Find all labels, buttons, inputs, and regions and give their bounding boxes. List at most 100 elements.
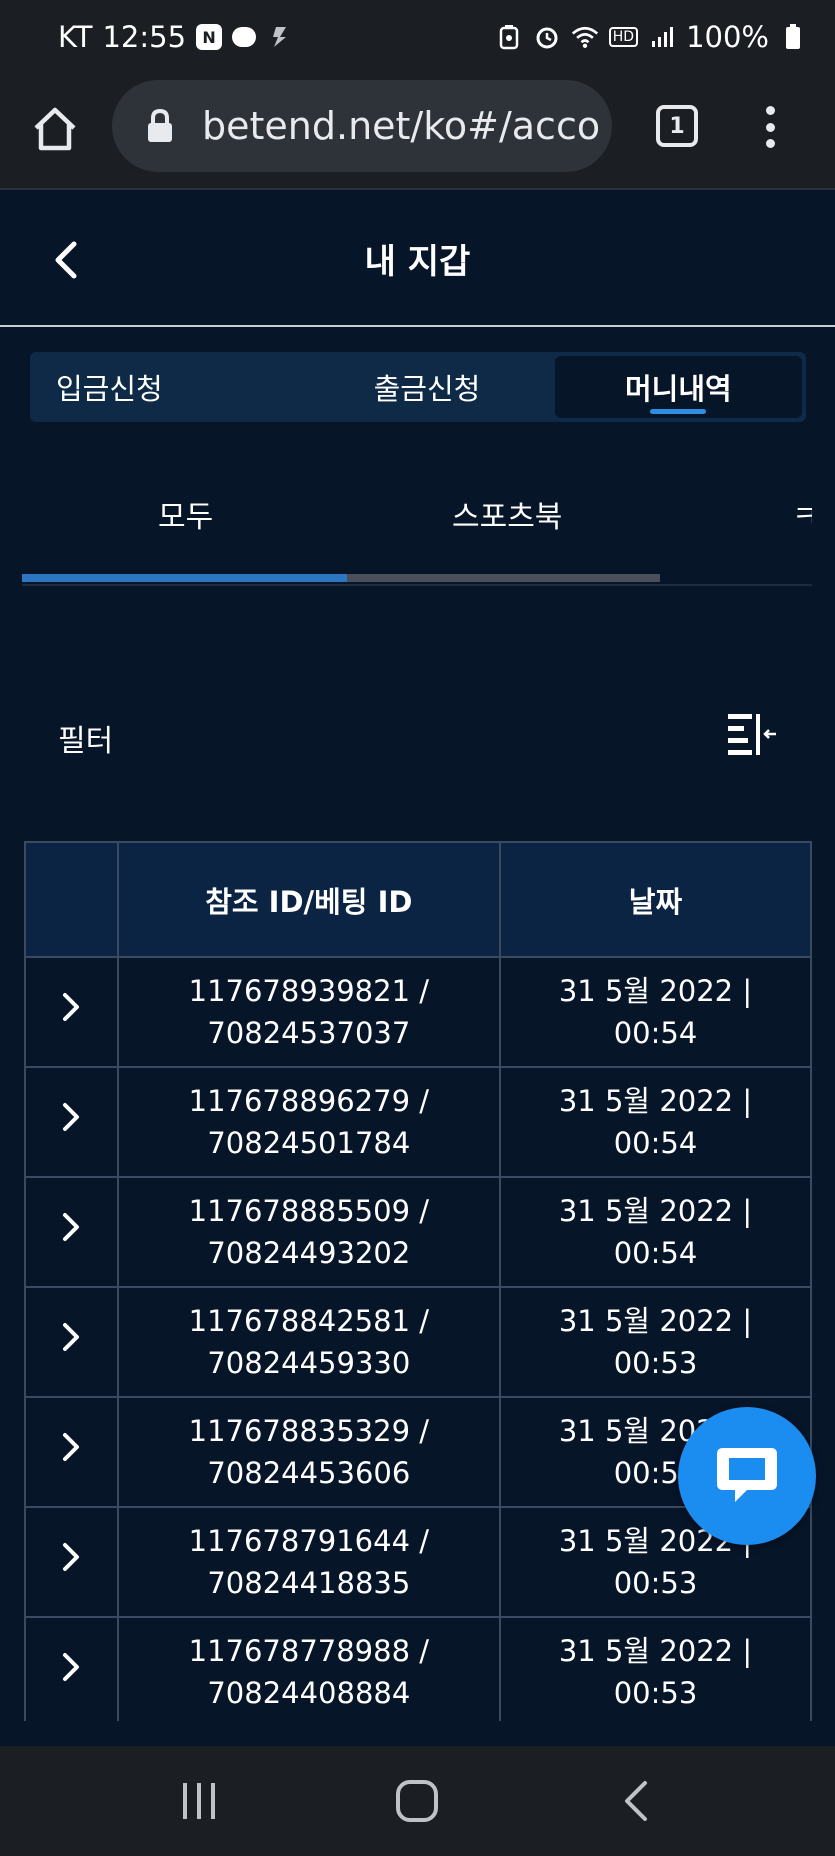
sync-icon [266, 23, 294, 51]
date-text: 31 5월 2022 | [558, 974, 753, 1008]
tab-money-history-label: 머니내역 [624, 372, 732, 406]
home-icon[interactable] [30, 104, 80, 154]
page-title: 내 지갑 [364, 242, 471, 282]
table-row[interactable]: 117678842581 / 70824459330 31 5월 2022 | 00… [24, 1286, 812, 1398]
expand-cell[interactable] [24, 1176, 119, 1288]
tab-deposit-label: 입금신청 [56, 372, 163, 406]
time-text: 00:54 [613, 1016, 698, 1050]
tab-withdraw[interactable]: 출금신청 [303, 352, 550, 422]
time-text: 00:53 [613, 1676, 698, 1710]
live-chat-button[interactable] [678, 1407, 816, 1545]
subtab-sportsbook[interactable]: 스포츠북 [452, 492, 562, 536]
chevron-right-icon[interactable] [60, 1211, 82, 1243]
time-text: 00:53 [613, 1346, 698, 1380]
history-sub-tabs: 모두 스포츠북 ㅋ [22, 478, 812, 586]
chevron-left-icon[interactable] [46, 238, 86, 282]
header-ref-id: 참조 ID/베팅 ID [116, 841, 501, 958]
active-tab-indicator [650, 409, 707, 414]
battery-percent: 100% [686, 20, 769, 54]
bet-id: 70824501784 [207, 1126, 411, 1160]
url-text: betend.net/ko#/account [202, 104, 602, 148]
wifi-icon [571, 23, 599, 51]
history-table: 참조 ID/베팅 ID 날짜 117678939821 / 70824537037… [24, 841, 812, 1721]
tab-deposit[interactable]: 입금신청 [30, 352, 303, 422]
status-bar: KT 12:55 N HD 100% [0, 0, 835, 74]
chevron-right-icon[interactable] [60, 1541, 82, 1573]
system-nav-bar [0, 1746, 835, 1856]
bet-id: 70824493202 [207, 1236, 411, 1270]
expand-cell[interactable] [24, 956, 119, 1068]
chevron-right-icon[interactable] [60, 1431, 82, 1463]
page-header: 내 지갑 [0, 192, 835, 327]
ref-cell: 117678842581 / 70824459330 [116, 1286, 501, 1398]
recent-apps-icon[interactable] [169, 1771, 229, 1831]
ref-cell: 117678778988 / 70824408884 [116, 1616, 501, 1721]
time-text: 00:54 [613, 1126, 698, 1160]
date-cell: 31 5월 2022 | 00:54 [498, 1066, 812, 1178]
home-nav-icon[interactable] [387, 1771, 447, 1831]
chat-bubble-icon [717, 1448, 777, 1502]
browser-toolbar: betend.net/ko#/account 1 [0, 74, 835, 190]
ref-cell: 117678939821 / 70824537037 [116, 956, 501, 1068]
date-text: 31 5월 2022 | [558, 1634, 753, 1668]
battery-icon [779, 23, 807, 51]
status-left: KT 12:55 N [58, 20, 294, 54]
ref-id: 117678939821 / [188, 974, 430, 1008]
header-expand [24, 841, 119, 958]
ref-cell: 117678835329 / 70824453606 [116, 1396, 501, 1508]
chevron-right-icon[interactable] [60, 1101, 82, 1133]
ref-cell: 117678885509 / 70824493202 [116, 1176, 501, 1288]
date-cell: 31 5월 2022 | 00:53 [498, 1286, 812, 1398]
bet-id: 70824537037 [207, 1016, 411, 1050]
date-cell: 31 5월 2022 | 00:53 [498, 1616, 812, 1721]
ref-id: 117678885509 / [188, 1194, 430, 1228]
chevron-right-icon[interactable] [60, 991, 82, 1023]
subtab-all[interactable]: 모두 [158, 492, 213, 536]
subtab-scroll-progress [22, 574, 348, 582]
filter-collapse-icon[interactable] [726, 712, 778, 756]
table-row[interactable]: 117678896279 / 70824501784 31 5월 2022 | 00… [24, 1066, 812, 1178]
table-row[interactable]: 117678778988 / 70824408884 31 5월 2022 | 00… [24, 1616, 812, 1721]
header-date: 날짜 [498, 841, 812, 958]
expand-cell[interactable] [24, 1616, 119, 1721]
table-row[interactable]: 117678885509 / 70824493202 31 5월 2022 | 00… [24, 1176, 812, 1288]
filter-label[interactable]: 필터 [58, 716, 113, 760]
bet-id: 70824459330 [207, 1346, 411, 1380]
date-cell: 31 5월 2022 | 00:54 [498, 1176, 812, 1288]
tab-withdraw-label: 출금신청 [373, 372, 481, 406]
hd-badge: HD [608, 27, 639, 47]
bet-id: 70824453606 [207, 1456, 411, 1490]
status-right: HD 100% [495, 20, 807, 54]
address-bar[interactable]: betend.net/ko#/account [112, 80, 612, 172]
table-row[interactable]: 117678939821 / 70824537037 31 5월 2022 | 00… [24, 956, 812, 1068]
bet-id: 70824418835 [207, 1566, 411, 1600]
date-cell: 31 5월 2022 | 00:54 [498, 956, 812, 1068]
date-text: 31 5월 2022 | [558, 1194, 753, 1228]
expand-cell[interactable] [24, 1396, 119, 1508]
ref-id: 117678896279 / [188, 1084, 430, 1118]
ref-id: 117678778988 / [188, 1634, 430, 1668]
table-header-row: 참조 ID/베팅 ID 날짜 [24, 841, 812, 958]
ref-id: 117678842581 / [188, 1304, 430, 1338]
table-row[interactable]: 117678791644 /70824418835 31 5월 2022 | 00… [24, 1506, 812, 1618]
ref-id: 117678791644 / [188, 1524, 430, 1558]
date-text: 31 5월 2022 | [558, 1084, 753, 1118]
signal-icon [648, 23, 676, 51]
time-text: 00:53 [613, 1566, 698, 1600]
chevron-right-icon[interactable] [60, 1651, 82, 1683]
wallet-tabs: 입금신청 출금신청 머니내역 [30, 352, 806, 422]
back-nav-icon[interactable] [606, 1771, 666, 1831]
expand-cell[interactable] [24, 1286, 119, 1398]
carrier-label: KT [58, 20, 93, 54]
expand-cell[interactable] [24, 1506, 119, 1618]
notification-n-icon: N [196, 24, 223, 50]
tab-switcher-button[interactable]: 1 [656, 105, 698, 147]
recycle-icon [495, 23, 523, 51]
tab-money-history[interactable]: 머니내역 [554, 356, 802, 418]
expand-cell[interactable] [24, 1066, 119, 1178]
lock-icon [146, 108, 174, 144]
chevron-right-icon[interactable] [60, 1321, 82, 1353]
more-menu-icon[interactable] [755, 102, 785, 152]
subtab-third[interactable]: ㅋ [792, 492, 812, 536]
status-time: 12:55 [102, 20, 187, 54]
